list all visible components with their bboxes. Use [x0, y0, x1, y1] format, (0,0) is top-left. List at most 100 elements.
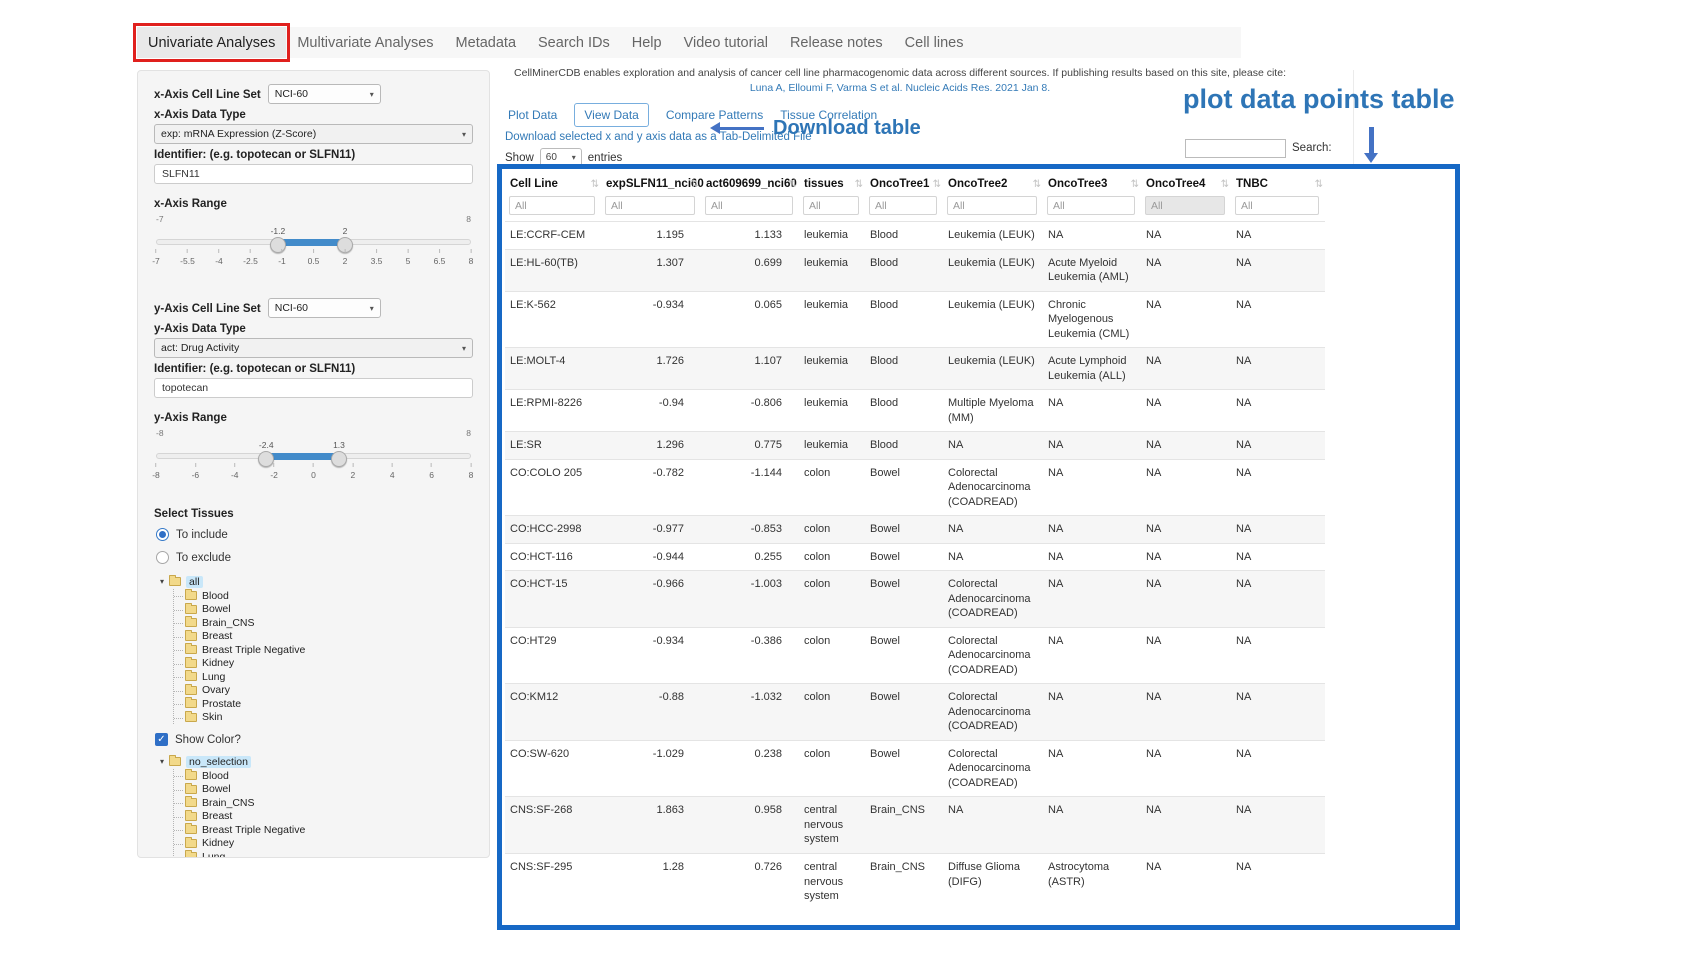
column-header[interactable]: OncoTree3 ⇅ — [1043, 170, 1141, 195]
view-tab[interactable]: View Data — [574, 103, 648, 127]
column-header[interactable]: OncoTree2 ⇅ — [943, 170, 1043, 195]
tissue-filter-radio[interactable]: To exclude — [156, 549, 473, 566]
table-row[interactable]: LE:CCRF-CEM 1.195 1.133 leukemia Blood L… — [505, 222, 1325, 250]
download-table-annotation-text: Download table — [773, 117, 921, 140]
y-data-type-select[interactable]: act: Drug Activity ▾ — [154, 338, 473, 358]
tick-mark — [313, 249, 314, 253]
tree-root-label[interactable]: no_selection — [186, 756, 251, 768]
column-header[interactable]: tissues ⇅ — [799, 170, 865, 195]
table-row[interactable]: CNS:SF-295 1.28 0.726 central nervous sy… — [505, 853, 1325, 909]
tree-item[interactable]: Breast Triple Negative — [174, 823, 473, 837]
tree-item[interactable]: Bowel — [174, 603, 473, 617]
tree-item[interactable]: Breast — [174, 630, 473, 644]
tissue-filter-radio[interactable]: To include — [156, 526, 473, 543]
column-header[interactable]: expSLFN11_nci60 ⇅ — [601, 170, 701, 195]
column-header[interactable]: TNBC ⇅ — [1231, 170, 1325, 195]
table-row[interactable]: LE:MOLT-4 1.726 1.107 leukemia Blood Leu… — [505, 348, 1325, 390]
folder-icon — [185, 645, 197, 654]
x-data-type-select[interactable]: exp: mRNA Expression (Z-Score) ▾ — [154, 124, 473, 144]
oncotree1: Bowel — [865, 571, 943, 628]
search-input[interactable] — [1185, 139, 1286, 158]
citation-reference-link[interactable]: Luna A, Elloumi F, Varma S et al. Nuclei… — [500, 82, 1300, 94]
column-filter-input[interactable] — [1047, 196, 1135, 215]
table-row[interactable]: CO:KM12 -0.88 -1.032 colon Bowel Colorec… — [505, 684, 1325, 741]
table-row[interactable]: LE:HL-60(TB) 1.307 0.699 leukemia Blood … — [505, 249, 1325, 291]
sort-icon[interactable]: ⇅ — [855, 179, 863, 190]
column-filter-input[interactable] — [509, 196, 595, 215]
tick-mark — [250, 249, 251, 253]
table-row[interactable]: LE:RPMI-8226 -0.94 -0.806 leukemia Blood… — [505, 390, 1325, 432]
sort-icon[interactable]: ⇅ — [789, 179, 797, 190]
x-identifier-input[interactable]: SLFN11 — [154, 164, 473, 184]
nav-item[interactable]: Help — [621, 27, 673, 58]
tissue: leukemia — [799, 222, 865, 250]
column-filter-input[interactable] — [869, 196, 937, 215]
checkbox-check-icon[interactable]: ✓ — [155, 733, 168, 746]
column-header[interactable]: Cell Line ⇅ — [505, 170, 601, 195]
column-filter-input[interactable] — [705, 196, 793, 215]
tree-item[interactable]: Breast — [174, 810, 473, 824]
column-filter-input[interactable] — [605, 196, 695, 215]
y-cell-line-set-select[interactable]: NCI-60 ▾ — [268, 298, 381, 318]
tree-toggle-icon[interactable]: ▾ — [160, 757, 164, 766]
nav-item[interactable]: Search IDs — [527, 27, 621, 58]
y-range-label: y-Axis Range — [154, 412, 473, 424]
table-row[interactable]: LE:SR 1.296 0.775 leukemia Blood NA NA N… — [505, 432, 1325, 460]
table-row[interactable]: CO:COLO 205 -0.782 -1.144 colon Bowel Co… — [505, 459, 1325, 516]
slider-selected-range[interactable] — [266, 453, 339, 460]
sort-icon[interactable]: ⇅ — [933, 179, 941, 190]
x-cell-line-set-select[interactable]: NCI-60 ▾ — [268, 84, 381, 104]
tree-item[interactable]: Brain_CNS — [174, 796, 473, 810]
tree-item[interactable]: Lung — [174, 850, 473, 858]
tree-item[interactable]: Blood — [174, 769, 473, 783]
sort-icon[interactable]: ⇅ — [591, 179, 599, 190]
table-row[interactable]: CO:SW-620 -1.029 0.238 colon Bowel Color… — [505, 740, 1325, 797]
tree-item[interactable]: Prostate — [174, 697, 473, 711]
sort-icon[interactable]: ⇅ — [1315, 179, 1323, 190]
tree-item[interactable]: Brain_CNS — [174, 616, 473, 630]
tree-item[interactable]: Skin — [174, 711, 473, 725]
table-row[interactable]: CO:HCT-15 -0.966 -1.003 colon Bowel Colo… — [505, 571, 1325, 628]
nav-item[interactable]: Multivariate Analyses — [286, 27, 444, 58]
oncotree3: NA — [1043, 432, 1141, 460]
table-row[interactable]: CO:HCC-2998 -0.977 -0.853 colon Bowel NA… — [505, 516, 1325, 544]
slider-selected-range[interactable] — [278, 239, 345, 246]
tree-item[interactable]: Bowel — [174, 783, 473, 797]
tree-item[interactable]: Lung — [174, 670, 473, 684]
table-row[interactable]: CNS:SF-268 1.863 0.958 central nervous s… — [505, 797, 1325, 854]
radio-icon[interactable] — [156, 528, 169, 541]
column-filter-input[interactable] — [947, 196, 1037, 215]
oncotree3: NA — [1043, 627, 1141, 684]
sort-icon[interactable]: ⇅ — [1033, 179, 1041, 190]
nav-item[interactable]: Univariate Analyses — [137, 27, 286, 58]
tree-toggle-icon[interactable]: ▾ — [160, 577, 164, 586]
view-tab[interactable]: Plot Data — [508, 108, 557, 122]
column-header[interactable]: act609699_nci60 ⇅ — [701, 170, 799, 195]
table-row[interactable]: LE:K-562 -0.934 0.065 leukemia Blood Leu… — [505, 291, 1325, 348]
show-color-checkbox-row[interactable]: ✓ Show Color? — [155, 733, 473, 746]
table-row[interactable]: CO:HT29 -0.934 -0.386 colon Bowel Colore… — [505, 627, 1325, 684]
sort-icon[interactable]: ⇅ — [691, 179, 699, 190]
tree-item[interactable]: Ovary — [174, 684, 473, 698]
column-filter-input[interactable] — [803, 196, 859, 215]
table-row[interactable]: CO:HCT-116 -0.944 0.255 colon Bowel NA N… — [505, 543, 1325, 571]
download-table-annotation: Download table — [710, 117, 921, 140]
sort-icon[interactable]: ⇅ — [1221, 179, 1229, 190]
nav-item[interactable]: Release notes — [779, 27, 894, 58]
y-identifier-input[interactable]: topotecan — [154, 378, 473, 398]
column-filter-input[interactable] — [1235, 196, 1319, 215]
radio-icon[interactable] — [156, 551, 169, 564]
nav-item[interactable]: Cell lines — [894, 27, 975, 58]
column-filter-input[interactable] — [1145, 196, 1225, 215]
tree-item[interactable]: Blood — [174, 589, 473, 603]
nav-item[interactable]: Video tutorial — [673, 27, 779, 58]
sort-icon[interactable]: ⇅ — [1131, 179, 1139, 190]
tree-item[interactable]: Kidney — [174, 837, 473, 851]
tree-item[interactable]: Kidney — [174, 657, 473, 671]
nav-item[interactable]: Metadata — [445, 27, 527, 58]
column-header[interactable]: OncoTree4 ⇅ — [1141, 170, 1231, 195]
column-header[interactable]: OncoTree1 ⇅ — [865, 170, 943, 195]
column-filter-cell — [1141, 195, 1231, 222]
tree-item[interactable]: Breast Triple Negative — [174, 643, 473, 657]
tree-root-label[interactable]: all — [186, 576, 203, 588]
